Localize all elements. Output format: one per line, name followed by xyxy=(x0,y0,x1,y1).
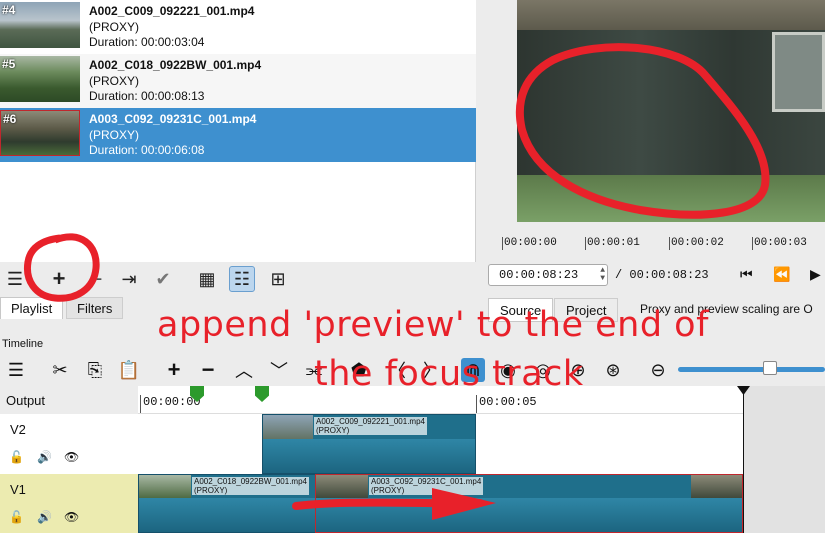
tiles-view-icon[interactable]: ☷ xyxy=(229,266,255,292)
audio-waveform xyxy=(139,498,315,532)
ruler-tick: 00:00:00 xyxy=(140,395,201,413)
timeline-tracks[interactable]: 00:00:00 00:00:05 A002_C009_092221_001.m… xyxy=(138,386,825,533)
item-duration: Duration: 00:00:08:13 xyxy=(89,89,205,103)
clip-label: A002_C009_092221_001.mp4 (PROXY) xyxy=(314,417,427,435)
menu-icon[interactable]: ☰ xyxy=(2,266,28,292)
roof-texture xyxy=(517,0,825,30)
clip-thumbnail: #5 xyxy=(0,56,80,102)
item-proxy-tag: (PROXY) xyxy=(89,19,140,34)
item-number: #6 xyxy=(3,112,17,126)
paste-icon[interactable]: 📋 xyxy=(117,358,141,382)
ruler-tick: 00:00:00 xyxy=(502,237,557,250)
output-label: Output xyxy=(6,393,46,408)
hide-icon[interactable]: 👁 xyxy=(64,450,79,464)
output-header: Output xyxy=(0,386,138,414)
item-filename: A002_C009_092221_001.mp4 xyxy=(89,4,255,18)
rewind-icon[interactable]: ⏪ xyxy=(773,266,790,283)
track-name: V1 xyxy=(10,482,26,497)
timecode-field[interactable]: 00:00:08:23 ▲ ▼ xyxy=(488,264,608,286)
clip-filename: A002_C009_092221_001.mp4 xyxy=(316,417,425,426)
timecode-value: 00:00:08:23 xyxy=(499,268,579,282)
timeline-clip[interactable]: A002_C009_092221_001.mp4 (PROXY) xyxy=(262,414,476,474)
skip-previous-icon[interactable]: ⏮ xyxy=(740,266,753,283)
track-name: V2 xyxy=(10,422,26,437)
lock-icon[interactable]: 🔓 xyxy=(9,510,24,524)
checkmark-icon[interactable]: ✔ xyxy=(150,266,176,292)
remove-icon[interactable]: − xyxy=(84,266,110,292)
append-icon[interactable]: + xyxy=(162,357,186,382)
item-duration: Duration: 00:00:03:04 xyxy=(89,35,205,49)
tab-playlist[interactable]: Playlist xyxy=(0,297,64,319)
overwrite-icon[interactable]: ﹀ xyxy=(267,358,291,382)
viewer-ruler[interactable]: 00:00:00 00:00:01 00:00:02 00:00:03 xyxy=(500,232,825,254)
item-number: #5 xyxy=(2,57,16,71)
clip-filename: A002_C018_0922BW_001.mp4 xyxy=(194,477,307,486)
clip-proxy-tag: (PROXY) xyxy=(371,486,405,495)
annotation-text-line2: the focus track xyxy=(314,354,584,394)
playlist-panel: #4 A002_C009_092221_001.mp4 (PROXY) Dura… xyxy=(0,0,476,262)
audio-waveform xyxy=(263,439,475,473)
track-header-v1[interactable]: V1 🔓 🔊 👁 xyxy=(0,474,138,533)
clip-proxy-tag: (PROXY) xyxy=(316,426,350,435)
item-duration: Duration: 00:00:06:08 xyxy=(89,143,205,157)
shotcut-window: #4 A002_C009_092221_001.mp4 (PROXY) Dura… xyxy=(0,0,825,533)
annotation-text-line1: append 'preview' to the end of xyxy=(157,305,709,345)
ruler-tick: 00:00:03 xyxy=(752,237,807,250)
window-shape xyxy=(772,32,825,112)
zoom-slider-handle[interactable] xyxy=(763,361,777,375)
tab-filters[interactable]: Filters xyxy=(66,297,124,319)
playlist-item[interactable]: #4 A002_C009_092221_001.mp4 (PROXY) Dura… xyxy=(0,0,476,54)
menu-icon[interactable]: ☰ xyxy=(4,358,28,382)
mute-icon[interactable]: 🔊 xyxy=(37,450,52,464)
update-icon[interactable]: ⇥ xyxy=(116,266,142,292)
ruler-tick: 00:00:01 xyxy=(585,237,640,250)
play-icon[interactable]: ▶ xyxy=(810,266,821,283)
zoom-slider[interactable] xyxy=(678,367,825,372)
hide-icon[interactable]: 👁 xyxy=(64,510,79,524)
playlist-toolbar: ☰ + − ⇥ ✔ ▦ ☷ ⊞ xyxy=(0,262,476,294)
clip-proxy-tag: (PROXY) xyxy=(194,486,228,495)
clip-thumbnail: #4 xyxy=(0,2,80,48)
lift-icon[interactable]: ︿ xyxy=(232,358,256,382)
remove-icon[interactable]: − xyxy=(196,357,220,382)
playhead[interactable] xyxy=(743,386,744,533)
item-proxy-tag: (PROXY) xyxy=(89,127,140,142)
playlist-item-selected[interactable]: #6 A003_C092_09231C_001.mp4 (PROXY) Dura… xyxy=(0,108,476,162)
item-proxy-tag: (PROXY) xyxy=(89,73,140,88)
copy-icon[interactable]: ⎘ xyxy=(83,358,107,382)
item-number: #4 xyxy=(2,3,16,17)
video-preview xyxy=(517,0,825,222)
clip-filename: A003_C092_09231C_001.mp4 xyxy=(371,477,482,486)
timeline-empty-area[interactable] xyxy=(743,386,825,533)
spinner-icon[interactable]: ▲ ▼ xyxy=(600,267,605,283)
clip-label: A003_C092_09231C_001.mp4 (PROXY) xyxy=(369,477,484,495)
icons-view-icon[interactable]: ⊞ xyxy=(265,266,291,292)
total-duration: / 00:00:08:23 xyxy=(615,268,709,282)
ripple-markers-icon[interactable]: ⊛ xyxy=(601,358,625,382)
timeline-title: Timeline xyxy=(2,338,44,350)
timeline-clip-selected[interactable]: A003_C092_09231C_001.mp4 (PROXY) xyxy=(315,474,743,533)
transport-bar: 00:00:08:23 ▲ ▼ / 00:00:08:23 ⏮ ⏪ ▶ xyxy=(488,262,825,288)
zoom-out-icon[interactable]: ⊖ xyxy=(646,358,670,382)
item-filename: A003_C092_09231C_001.mp4 xyxy=(89,112,257,126)
ruler-tick: 00:00:05 xyxy=(476,395,537,413)
lock-icon[interactable]: 🔓 xyxy=(9,450,24,464)
audio-waveform xyxy=(316,498,742,532)
clip-thumbnail: #6 xyxy=(0,110,80,156)
track-headers: Output V2 🔓 🔊 👁 V1 🔓 🔊 👁 xyxy=(0,386,138,533)
grass-texture xyxy=(517,175,825,222)
mute-icon[interactable]: 🔊 xyxy=(37,510,52,524)
clip-label: A002_C018_0922BW_001.mp4 (PROXY) xyxy=(192,477,309,495)
item-filename: A002_C018_0922BW_001.mp4 xyxy=(89,58,262,72)
ruler-tick: 00:00:02 xyxy=(669,237,724,250)
track-header-v2[interactable]: V2 🔓 🔊 👁 xyxy=(0,414,138,474)
playlist-item[interactable]: #5 A002_C018_0922BW_001.mp4 (PROXY) Dura… xyxy=(0,54,476,108)
timeline-clip[interactable]: A002_C018_0922BW_001.mp4 (PROXY) xyxy=(138,474,316,533)
cut-icon[interactable]: ✂ xyxy=(48,358,72,382)
details-view-icon[interactable]: ▦ xyxy=(194,266,220,292)
add-icon[interactable]: + xyxy=(46,266,72,292)
